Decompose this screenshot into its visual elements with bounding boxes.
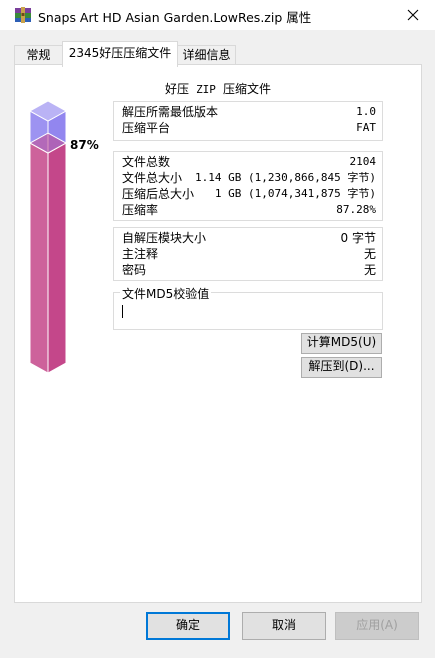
info-value: 无 (363, 263, 376, 277)
info-row: 解压所需最低版本 1.0 (114, 104, 382, 120)
info-label: 文件总大小 (122, 171, 183, 185)
tab-2345-archive[interactable]: 2345好压压缩文件 (62, 41, 178, 67)
winrar-archive-icon (14, 7, 32, 23)
info-value: FAT (356, 121, 376, 134)
archive-kind-prefix: 好压 (165, 82, 190, 96)
tab-general[interactable]: 常规 (14, 45, 63, 66)
archive-kind-suffix: 压缩文件 (222, 82, 271, 96)
info-value: 1.0 (356, 105, 376, 118)
info-label: 压缩后总大小 (122, 187, 195, 201)
version-info-group: 解压所需最低版本 1.0 压缩平台 FAT (113, 101, 383, 141)
info-label: 自解压模块大小 (122, 231, 207, 245)
properties-dialog: Snaps Art HD Asian Garden.LowRes.zip 属性 … (0, 0, 435, 658)
meter-fill-left-face (30, 142, 49, 374)
meter-fill-right-face (47, 142, 67, 374)
info-row: 密码 无 (114, 262, 382, 278)
info-value: 1.14 GB (1,230,866,845 字节) (195, 171, 376, 184)
info-value: 0 字节 (340, 231, 376, 245)
info-label: 主注释 (122, 247, 159, 261)
ok-button[interactable]: 确定 (146, 612, 230, 640)
info-row: 压缩后总大小 1 GB (1,074,341,875 字节) (114, 186, 382, 202)
info-row: 文件总数 2104 (114, 154, 382, 170)
info-label: 压缩率 (122, 203, 159, 217)
info-row: 主注释 无 (114, 246, 382, 262)
info-label: 密码 (122, 263, 147, 277)
archive-type-heading: 好压 ZIP 压缩文件 (15, 80, 421, 97)
title-bar: Snaps Art HD Asian Garden.LowRes.zip 属性 (0, 0, 435, 30)
info-value: 2104 (349, 155, 377, 168)
info-label: 解压所需最低版本 (122, 105, 219, 119)
info-row: 压缩率 87.28% (114, 202, 382, 218)
close-button[interactable] (391, 0, 435, 30)
calc-md5-button[interactable]: 计算MD5(U) (301, 333, 382, 354)
info-label: 文件总数 (122, 155, 171, 169)
info-row: 自解压模块大小 0 字节 (114, 230, 382, 246)
info-value: 87.28% (336, 203, 376, 216)
size-info-group: 文件总数 2104 文件总大小 1.14 GB (1,230,866,845 字节)… (113, 151, 383, 221)
info-row: 压缩平台 FAT (114, 120, 382, 136)
info-label: 压缩平台 (122, 121, 171, 135)
md5-text-field[interactable] (122, 305, 123, 318)
compression-ratio-label: 87% (70, 138, 99, 152)
info-value: 1 GB (1,074,341,875 字节) (214, 187, 376, 200)
tab-details[interactable]: 详细信息 (177, 45, 236, 66)
info-row: 文件总大小 1.14 GB (1,230,866,845 字节) (114, 170, 382, 186)
cancel-button[interactable]: 取消 (242, 612, 326, 640)
info-value: 无 (363, 247, 376, 261)
archive-kind-format: ZIP (196, 83, 216, 96)
close-icon (407, 9, 419, 21)
apply-button[interactable]: 应用(A) (335, 612, 419, 640)
tab-panel-2345-archive: 好压 ZIP 压缩文件 87% 解压所需最低版本 1.0 压缩平台 FAT 文件总数 21… (14, 64, 422, 603)
window-title: Snaps Art HD Asian Garden.LowRes.zip 属性 (38, 10, 312, 25)
extract-to-button[interactable]: 解压到(D)... (301, 357, 382, 378)
extra-info-group: 自解压模块大小 0 字节 主注释无 密码无 (113, 227, 383, 281)
md5-group: 文件MD5校验值 (113, 285, 383, 330)
md5-group-label: 文件MD5校验值 (120, 285, 212, 302)
